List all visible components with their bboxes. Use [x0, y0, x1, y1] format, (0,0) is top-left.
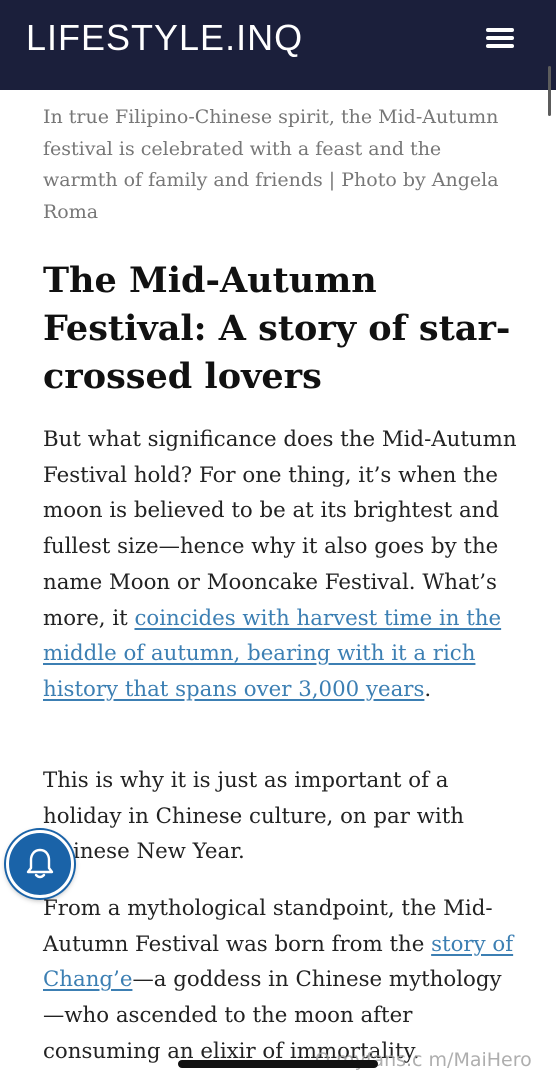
paragraph-text-end: .: [424, 676, 432, 702]
site-logo[interactable]: LIFESTYLE.INQ: [26, 18, 303, 58]
article-paragraph: But what significance does the Mid-Autum…: [43, 422, 518, 708]
section-heading: The Mid-Autumn Festival: A story of star…: [43, 260, 511, 397]
photo-caption: In true Filipino-Chinese spirit, the Mid…: [43, 106, 499, 223]
paragraph-text: But what significance does the Mid-Autum…: [43, 427, 517, 631]
bell-icon: [26, 848, 54, 879]
article-paragraph: This is why it is just as important of a…: [43, 768, 464, 865]
scrollbar-thumb[interactable]: [548, 66, 551, 116]
paragraph-text: From a mythological standpoint, the Mid-…: [43, 896, 493, 957]
hamburger-menu-icon-line: [486, 44, 514, 48]
menu-button[interactable]: [484, 26, 516, 50]
notification-button[interactable]: [6, 830, 74, 898]
hamburger-menu-icon: [486, 28, 514, 32]
home-indicator[interactable]: [178, 1060, 378, 1068]
hamburger-menu-icon-line: [486, 36, 514, 40]
top-navigation-bar: LIFESTYLE.INQ: [0, 0, 556, 90]
article-paragraph: From a mythological standpoint, the Mid-…: [43, 891, 518, 1070]
